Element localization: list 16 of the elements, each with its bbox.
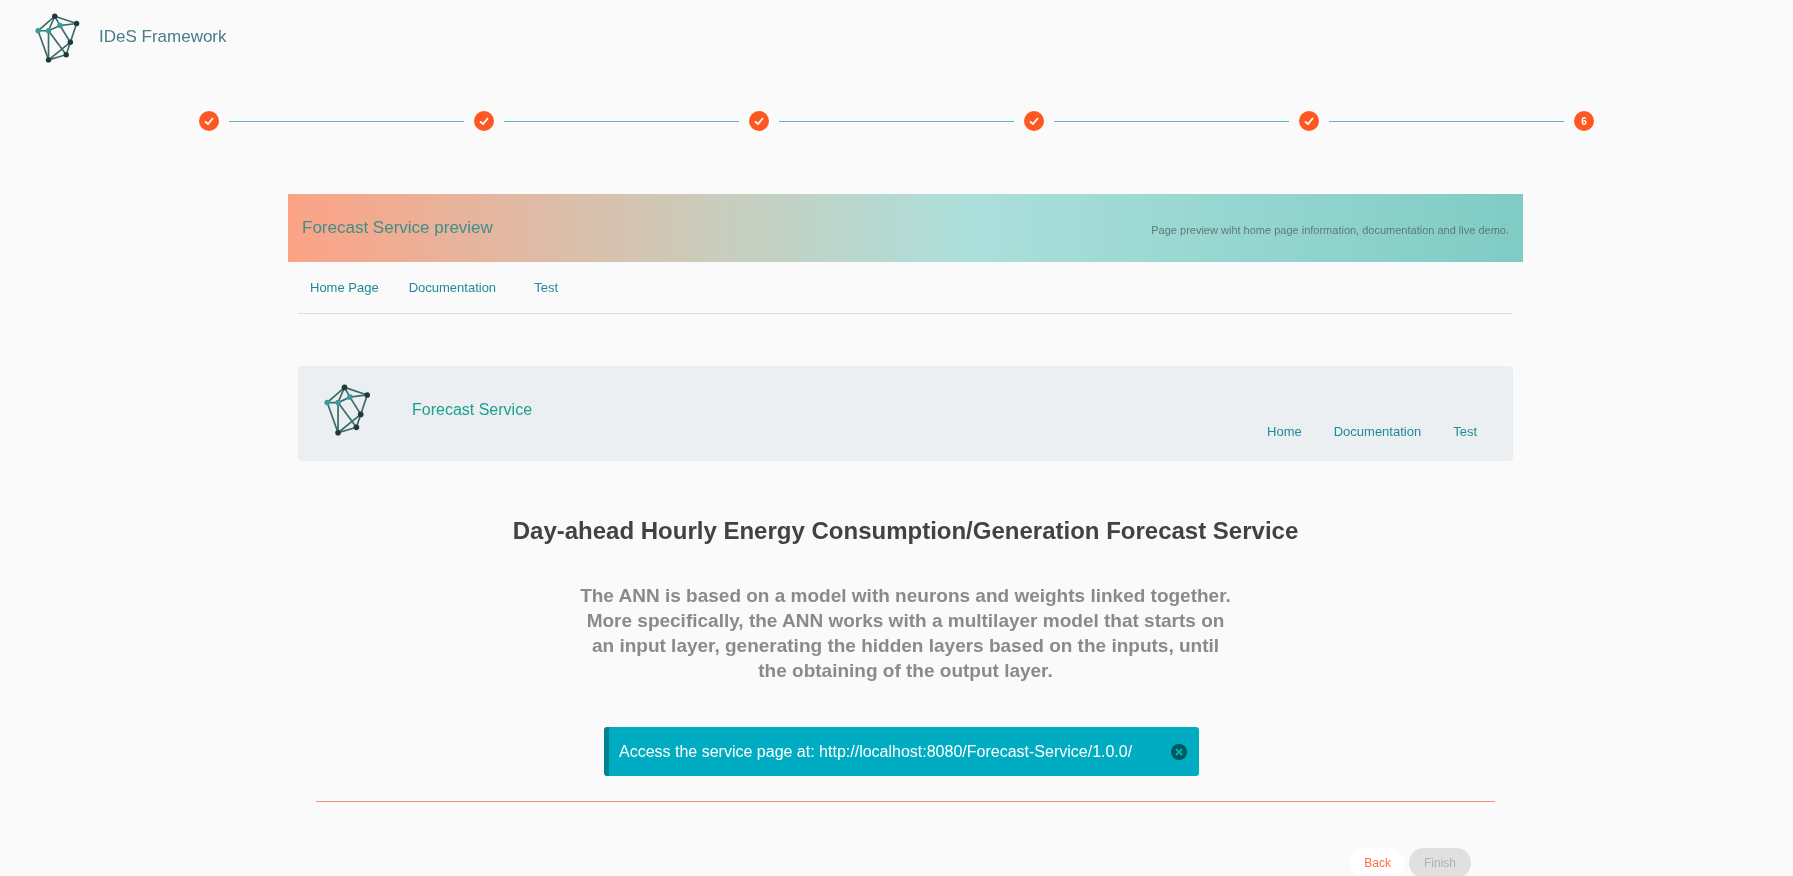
banner-subtitle: Page preview wiht home page information, documentation and live demo. [1151,222,1509,238]
app-title: IDeS Framework [99,26,227,49]
alert-text: Access the service page at: http://localhost:8080/Forecast-Service/1.0.0/ [619,741,1133,762]
preview-nav-link[interactable]: Test [1443,421,1487,441]
preview-nav-link[interactable]: Home [1257,421,1312,441]
step-number: 6 [1574,111,1594,131]
service-title: Forecast Service [412,400,533,420]
preview-nav-link[interactable]: Documentation [1323,421,1432,441]
back-button[interactable]: Back [1350,848,1405,876]
service-description: The ANN is based on a model with neurons and weights linked together. More specifically, the ANN works with a multilayer model that starts on an input layer, generating the hidden layers based on the inputs, until the obtaining of the output layer. [579,584,1232,683]
preview-tab[interactable]: Home Page [300,273,389,302]
page-heading: Day-ahead Hourly Energy Consumption/Generation Forecast Service [511,516,1300,546]
banner-title: Forecast Service preview [302,217,493,240]
close-icon[interactable] [1171,743,1187,760]
preview-tab[interactable]: Test [516,273,577,302]
preview-tab[interactable]: Documentation [398,273,507,302]
